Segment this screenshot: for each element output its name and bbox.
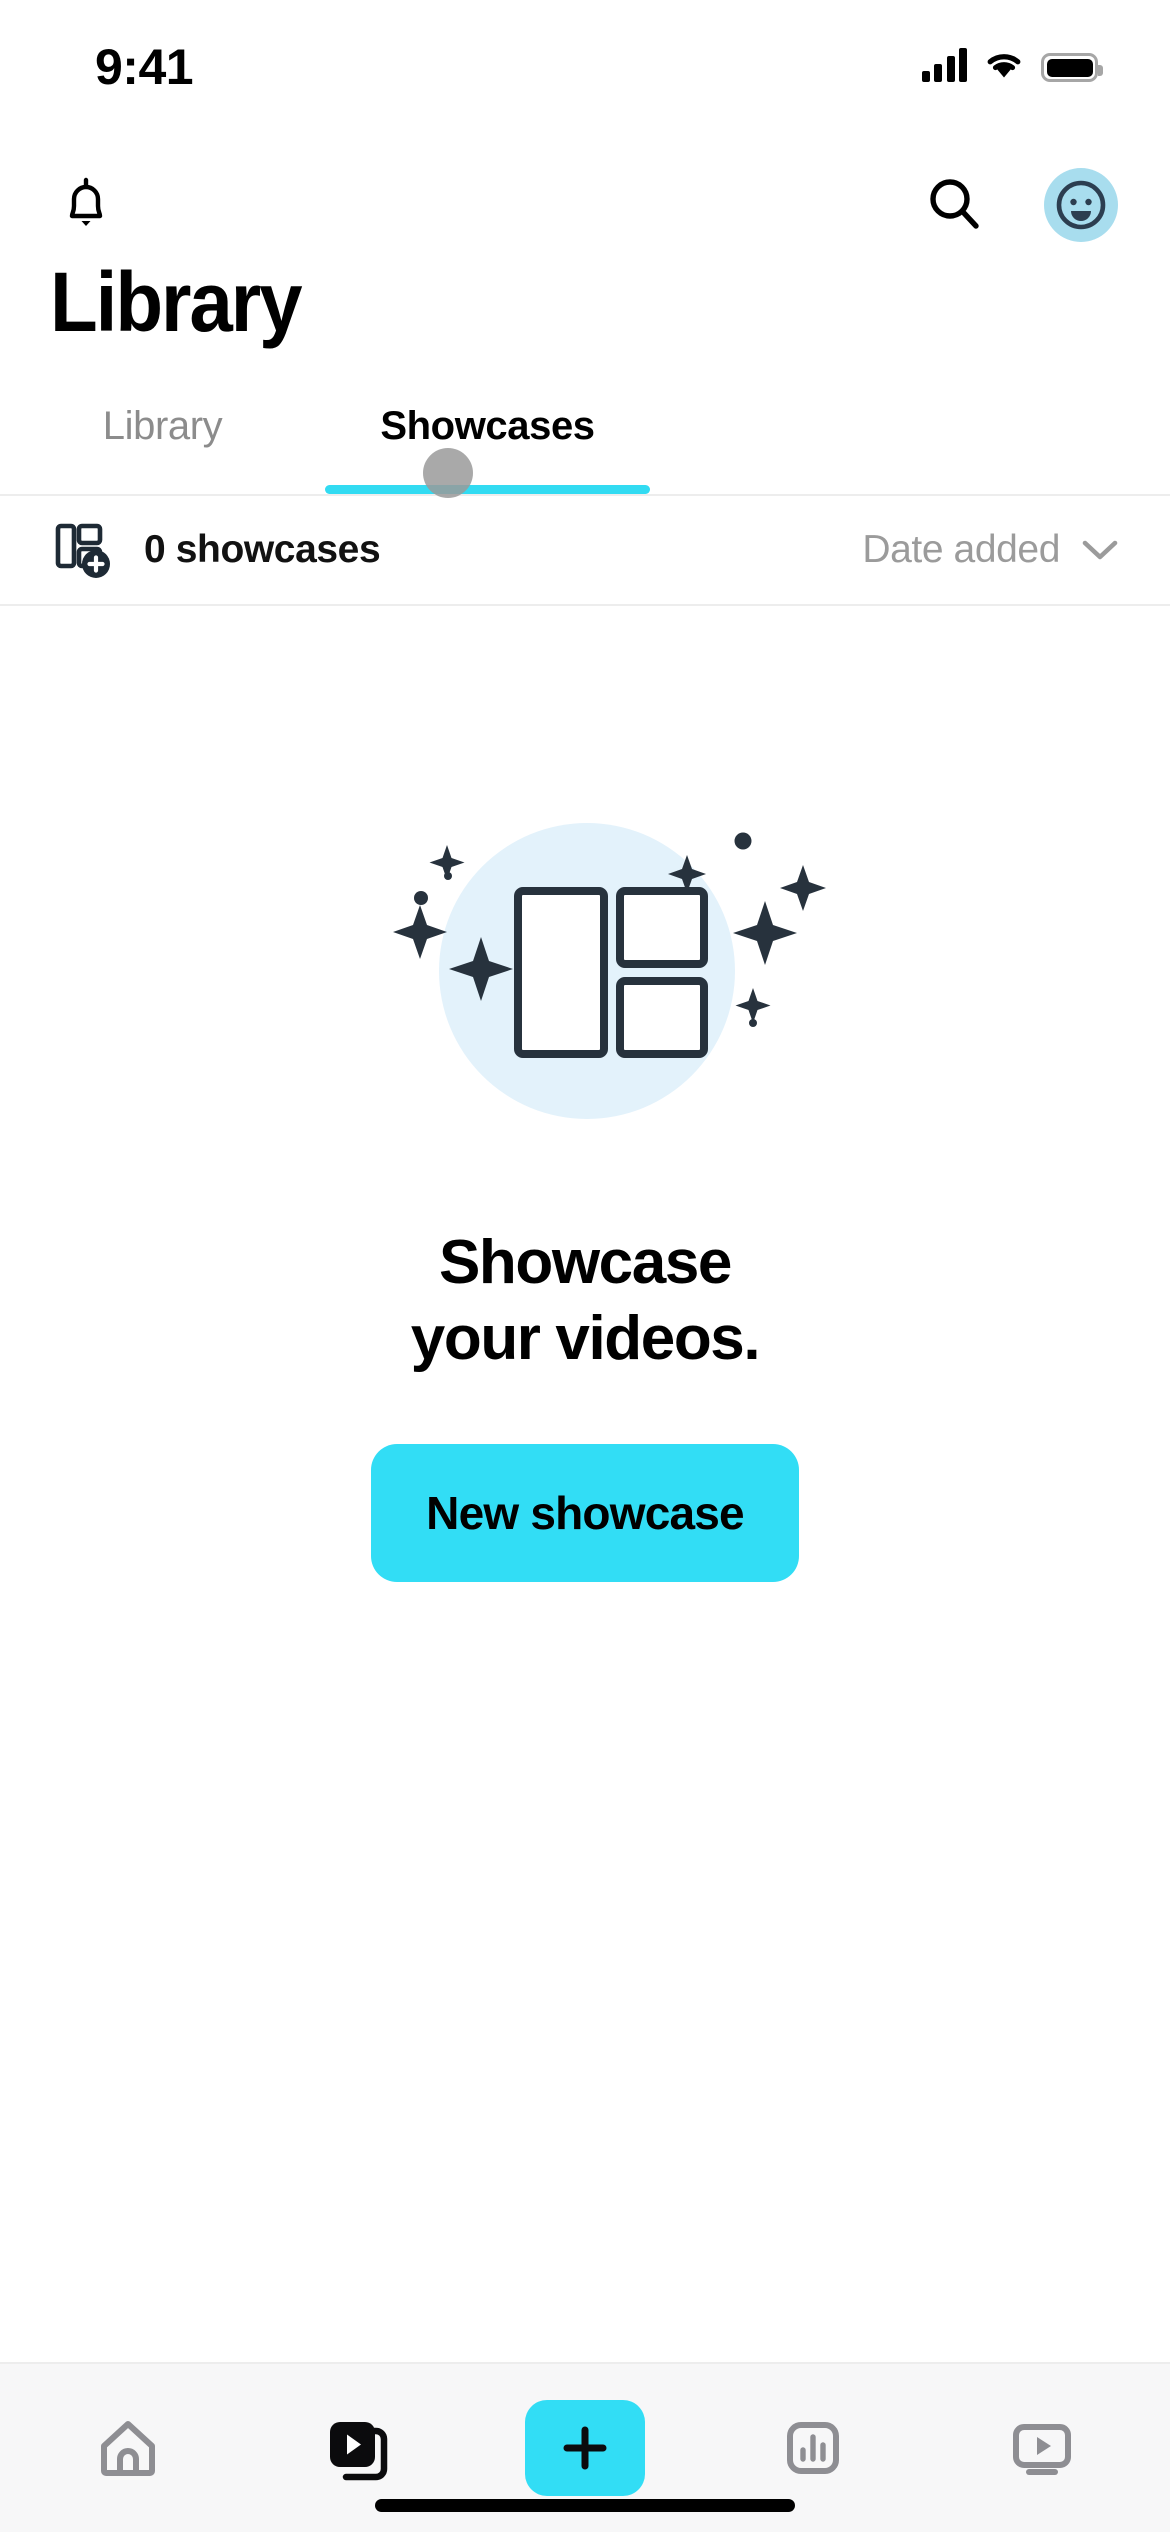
home-icon [101,2421,156,2476]
chevron-down-icon [1082,540,1118,560]
tab-showcases[interactable]: Showcases [325,390,650,494]
nav-item-watch[interactable] [967,2393,1117,2503]
sort-label: Date added [862,528,1060,571]
search-icon[interactable] [918,168,990,240]
tab-library[interactable]: Library [0,390,325,494]
bar-chart-icon [787,2422,840,2474]
empty-state-title: Showcase your videos. [410,1225,761,1376]
video-library-icon [329,2422,387,2481]
battery-icon [1041,53,1103,82]
bell-icon[interactable] [50,168,122,240]
bottom-nav [0,2362,1170,2532]
new-showcase-button[interactable]: New showcase [371,1444,799,1583]
page-title: Library [50,255,303,349]
sort-dropdown[interactable]: Date added [862,528,1118,572]
filter-bar: 0 showcases Date added [0,496,1170,606]
filter-bar-left: 0 showcases [52,519,381,581]
nav-item-analytics[interactable] [738,2393,888,2503]
home-indicator [375,2499,795,2512]
nav-item-library[interactable] [282,2393,432,2503]
empty-state: Showcase your videos. New showcase [0,606,1170,2362]
app-screen: 9:41 Library Library Showcases 0 showcas… [0,0,1170,2532]
showcase-count: 0 showcases [144,528,381,571]
tab-showcases-label: Showcases [380,404,595,448]
add-showcase-icon[interactable] [52,519,114,581]
status-bar-indicators [921,48,1103,82]
tab-bar: Library Showcases [0,390,1170,498]
empty-state-title-line1: Showcase [438,1228,732,1297]
status-bar: 9:41 [0,0,1170,150]
page-title-container: Library [0,260,1170,390]
tab-library-label: Library [102,404,223,448]
app-bar [0,150,1170,260]
status-bar-time: 9:41 [95,39,194,95]
tab-active-underline [325,485,650,494]
smiley-avatar-icon [1056,180,1106,230]
tv-play-icon [1012,2424,1071,2475]
wifi-icon [987,54,1021,78]
avatar[interactable] [1044,168,1118,242]
nav-item-home[interactable] [53,2393,203,2503]
cellular-signal-icon [921,48,967,82]
plus-icon [563,2426,607,2470]
create-button[interactable] [524,2400,645,2496]
empty-state-title-line2: your videos. [410,1303,761,1373]
nav-item-create[interactable] [510,2393,660,2503]
touch-indicator [423,448,473,498]
showcase-grid-sparkle-illustration [393,823,826,1119]
